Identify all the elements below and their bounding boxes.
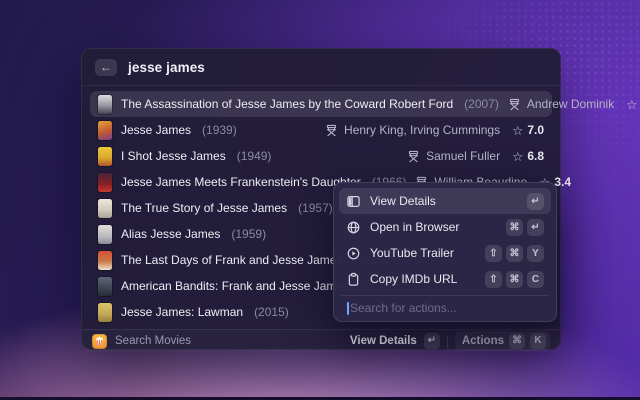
star-icon: ☆ <box>626 97 637 112</box>
movie-poster-thumbnail <box>98 173 112 192</box>
director-name: Andrew Dominik <box>527 97 614 111</box>
movie-rating: ☆ 6.8 <box>512 149 544 164</box>
play-circle-icon <box>346 246 361 261</box>
search-header: ← jesse james <box>82 49 560 86</box>
text-cursor <box>347 302 349 315</box>
director-chair-icon <box>325 124 338 137</box>
desktop-background: ← jesse james The Assassination of Jesse… <box>0 0 640 400</box>
cmd-key-badge: ⌘ <box>506 271 523 288</box>
app-name-label: Search Movies <box>115 335 191 347</box>
menu-item-label: YouTube Trailer <box>370 246 454 260</box>
movie-poster-thumbnail <box>98 303 112 322</box>
movie-year: (2007) <box>464 97 499 111</box>
return-key-badge: ↵ <box>527 193 544 210</box>
clipboard-icon <box>346 272 361 287</box>
director-chair-icon <box>407 150 420 163</box>
movie-director: Andrew Dominik <box>508 97 614 111</box>
movie-year: (1949) <box>237 149 272 163</box>
sidebar-details-icon <box>346 194 361 209</box>
movie-poster-thumbnail <box>98 147 112 166</box>
search-input[interactable]: jesse james <box>128 60 205 75</box>
movie-year: (1959) <box>231 227 266 241</box>
movie-poster-thumbnail <box>98 121 112 140</box>
movie-poster-thumbnail <box>98 225 112 244</box>
movie-title: Jesse James <box>121 123 191 137</box>
menu-item-view-details[interactable]: View Details ↵ <box>339 188 551 214</box>
star-icon: ☆ <box>512 123 523 138</box>
actions-menu: View Details ↵ Open in Browser ⌘ ↵ YouTu… <box>333 182 557 322</box>
k-key-badge: K <box>530 333 546 349</box>
movie-title: The Assassination of Jesse James by the … <box>121 97 453 111</box>
cmd-key-badge: ⌘ <box>506 219 523 236</box>
movie-title: Jesse James: Lawman <box>121 305 243 319</box>
director-name: Samuel Fuller <box>426 149 500 163</box>
shift-key-badge: ⇧ <box>485 271 502 288</box>
back-button[interactable]: ← <box>95 59 117 76</box>
movie-poster-thumbnail <box>98 251 112 270</box>
movie-row-jesse-james-1939[interactable]: Jesse James (1939) Henry King, Irving Cu… <box>90 117 552 143</box>
rating-value: 7.0 <box>527 123 544 137</box>
launcher-window: ← jesse james The Assassination of Jesse… <box>81 48 561 350</box>
back-arrow-icon: ← <box>100 60 112 74</box>
actions-search-row <box>339 296 551 321</box>
director-name: Henry King, Irving Cummings <box>344 123 500 137</box>
movie-title: Alias Jesse James <box>121 227 220 241</box>
movie-rating: ☆ 7.0 <box>512 123 544 138</box>
menu-item-shortcut: ⇧ ⌘ Y <box>485 245 544 262</box>
footer-divider <box>447 335 448 348</box>
movie-poster-thumbnail <box>98 95 112 114</box>
director-chair-icon <box>508 98 521 111</box>
movie-meta: Samuel Fuller ☆ 6.8 <box>407 149 544 164</box>
movie-meta: Andrew Dominik ☆ 7.5 <box>508 97 640 112</box>
primary-action-label[interactable]: View Details <box>350 335 417 347</box>
movie-title: The Last Days of Frank and Jesse James <box>121 253 342 267</box>
globe-icon <box>346 220 361 235</box>
c-key-badge: C <box>527 271 544 288</box>
actions-button[interactable]: Actions ⌘ K <box>455 331 550 351</box>
movie-year: (1939) <box>202 123 237 137</box>
movie-title: I Shot Jesse James <box>121 149 226 163</box>
actions-search-input[interactable] <box>350 301 543 315</box>
y-key-badge: Y <box>527 245 544 262</box>
movie-year: (2015) <box>254 305 289 319</box>
menu-item-shortcut: ⌘ ↵ <box>506 219 544 236</box>
return-key-badge: ↵ <box>424 333 440 349</box>
status-bar: Search Movies View Details ↵ Actions ⌘ K <box>82 329 560 352</box>
movie-rating: ☆ 7.5 <box>626 97 640 112</box>
shift-key-badge: ⇧ <box>485 245 502 262</box>
movie-title: The True Story of Jesse James <box>121 201 287 215</box>
menu-item-copy-imdb-url[interactable]: Copy IMDb URL ⇧ ⌘ C <box>339 266 551 292</box>
search-movies-app-icon <box>92 334 107 349</box>
popcorn-icon <box>94 336 105 347</box>
menu-item-youtube-trailer[interactable]: YouTube Trailer ⇧ ⌘ Y <box>339 240 551 266</box>
movie-director: Henry King, Irving Cummings <box>325 123 500 137</box>
movie-row-assassination[interactable]: The Assassination of Jesse James by the … <box>90 91 552 117</box>
rating-value: 6.8 <box>527 149 544 163</box>
movie-row-i-shot-jesse-james[interactable]: I Shot Jesse James (1949) Samuel Fuller … <box>90 143 552 169</box>
menu-item-open-in-browser[interactable]: Open in Browser ⌘ ↵ <box>339 214 551 240</box>
movie-director: Samuel Fuller <box>407 149 500 163</box>
movie-poster-thumbnail <box>98 277 112 296</box>
movie-title: Jesse James Meets Frankenstein's Daughte… <box>121 175 361 189</box>
menu-item-label: Copy IMDb URL <box>370 272 457 286</box>
menu-item-shortcut: ↵ <box>527 193 544 210</box>
menu-item-shortcut: ⇧ ⌘ C <box>485 271 544 288</box>
movie-meta: Henry King, Irving Cummings ☆ 7.0 <box>325 123 544 138</box>
movie-poster-thumbnail <box>98 199 112 218</box>
cmd-key-badge: ⌘ <box>509 333 525 349</box>
movie-title: American Bandits: Frank and Jesse James <box>121 279 349 293</box>
menu-item-label: Open in Browser <box>370 220 459 234</box>
cmd-key-badge: ⌘ <box>506 245 523 262</box>
star-icon: ☆ <box>512 149 523 164</box>
footer-actions: View Details ↵ Actions ⌘ K <box>350 331 550 351</box>
actions-label: Actions <box>462 335 504 347</box>
menu-item-label: View Details <box>370 194 436 208</box>
return-key-badge: ↵ <box>527 219 544 236</box>
rating-value: 3.4 <box>554 175 571 189</box>
movie-year: (1957) <box>298 201 333 215</box>
